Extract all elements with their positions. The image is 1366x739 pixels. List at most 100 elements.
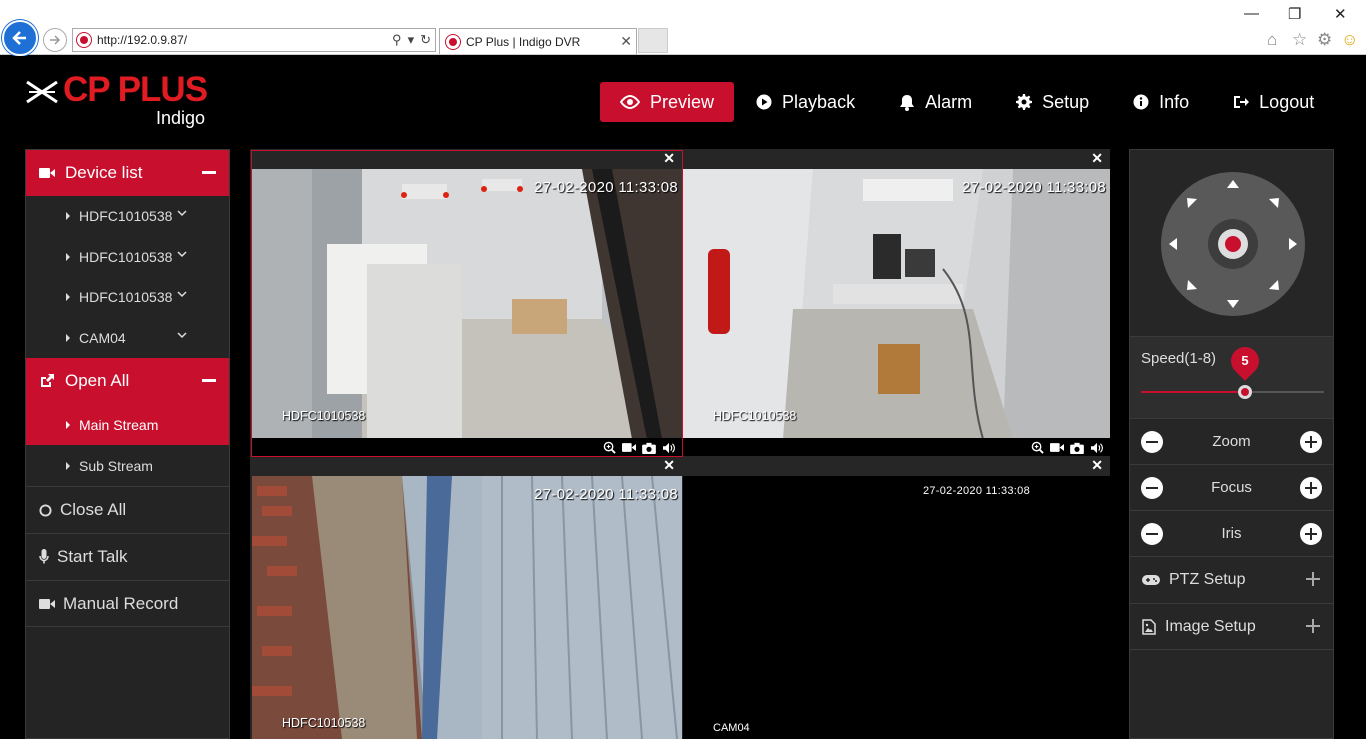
video-camera-icon — [39, 168, 55, 178]
zoom-in-icon[interactable] — [603, 441, 616, 454]
back-button[interactable] — [2, 20, 38, 56]
iris-minus-button[interactable] — [1141, 523, 1163, 545]
settings-gear-icon[interactable]: ⚙ — [1317, 30, 1332, 50]
nav-label: Preview — [650, 91, 715, 112]
timestamp: 27-02-2020 11:33:08 — [922, 485, 1030, 497]
record-video-icon[interactable] — [1050, 442, 1064, 453]
close-tab-icon[interactable]: ✕ — [620, 33, 632, 50]
speed-slider-fill — [1141, 391, 1246, 393]
chevron-down-icon[interactable] — [177, 250, 187, 258]
arrow-up-right-icon[interactable] — [1269, 198, 1279, 208]
volume-icon[interactable] — [1090, 442, 1104, 454]
arrow-up-icon[interactable] — [1227, 180, 1239, 188]
tab-title: CP Plus | Indigo DVR — [466, 34, 581, 49]
refresh-icon[interactable]: ↻ — [420, 32, 431, 48]
address-bar[interactable]: http://192.0.9.87/ ⚲ ▾ ↻ — [72, 28, 436, 52]
favorites-star-icon[interactable]: ☆ — [1292, 30, 1307, 50]
iris-label: Iris — [1221, 525, 1242, 542]
circle-icon — [39, 503, 52, 517]
close-icon[interactable]: ✕ — [1091, 150, 1103, 167]
zoom-row: Zoom — [1130, 418, 1333, 464]
left-panel: Device list HDFC1010538 HDFC1010538 HDFC… — [25, 149, 230, 739]
close-icon[interactable]: ✕ — [1091, 457, 1103, 474]
forward-button[interactable] — [43, 28, 67, 52]
nav-alarm[interactable]: Alarm — [877, 82, 994, 122]
iris-row: Iris — [1130, 510, 1333, 556]
ptz-center-button[interactable] — [1218, 229, 1248, 259]
arrow-up-left-icon[interactable] — [1187, 198, 1197, 208]
arrow-down-right-icon[interactable] — [1269, 280, 1279, 290]
sub-stream-item[interactable]: Sub Stream — [26, 445, 229, 486]
snapshot-camera-icon[interactable] — [642, 442, 656, 454]
chevron-down-icon[interactable] — [177, 331, 187, 339]
ptz-direction-dial[interactable] — [1161, 172, 1305, 316]
smiley-icon[interactable]: ☺ — [1341, 30, 1358, 50]
speed-value: 5 — [1241, 353, 1249, 368]
speed-label: Speed(1-8) — [1141, 350, 1217, 367]
ptz-panel: Speed(1-8) 5 Zoom Focus Iris PTZ Setup I… — [1129, 149, 1334, 739]
zoom-in-icon[interactable] — [1031, 441, 1044, 454]
close-icon[interactable]: ✕ — [663, 150, 675, 167]
zoom-in-button[interactable] — [1300, 431, 1322, 453]
focus-row: Focus — [1130, 464, 1333, 510]
zoom-label: Zoom — [1212, 433, 1251, 450]
volume-icon[interactable] — [662, 442, 676, 454]
close-icon[interactable]: ✕ — [663, 457, 675, 474]
arrow-left-icon[interactable] — [1169, 238, 1177, 250]
channel-name: HDFC1010538 — [713, 409, 797, 423]
arrow-right-icon[interactable] — [1289, 238, 1297, 250]
nav-info[interactable]: Info — [1111, 82, 1211, 122]
video-cell-1[interactable]: ✕ 27-02-2020 11:33:08 HDFC1010538 — [251, 150, 683, 457]
arrow-down-icon[interactable] — [1227, 300, 1239, 308]
device-item[interactable]: HDFC1010538 — [26, 196, 229, 237]
expand-plus-icon[interactable] — [1306, 619, 1320, 633]
record-video-icon[interactable] — [622, 442, 636, 453]
collapse-icon[interactable] — [202, 171, 216, 174]
iris-plus-button[interactable] — [1300, 523, 1322, 545]
nav-logout[interactable]: Logout — [1211, 82, 1336, 122]
video-cell-2[interactable]: ✕ 27-02-2020 11:33:08 HDFC1010538 — [683, 150, 1110, 456]
focus-minus-button[interactable] — [1141, 477, 1163, 499]
image-setup-row[interactable]: Image Setup — [1130, 603, 1333, 650]
device-name: CAM04 — [79, 329, 126, 346]
video-cell-4[interactable]: ✕ 27-02-2020 11:33:08 CAM04 — [683, 457, 1110, 739]
video-feed: 27-02-2020 11:33:08 CAM04 — [683, 476, 1110, 739]
arrow-down-left-icon[interactable] — [1187, 280, 1197, 290]
nav-label: Playback — [782, 91, 856, 112]
device-item[interactable]: HDFC1010538 — [26, 277, 229, 318]
video-feed: 27-02-2020 11:33:08 HDFC1010538 — [252, 169, 682, 439]
main-stream-item[interactable]: Main Stream — [26, 404, 229, 445]
home-icon[interactable]: ⌂ — [1267, 30, 1277, 50]
nav-setup[interactable]: Setup — [994, 82, 1111, 122]
microphone-icon — [39, 549, 49, 564]
chevron-down-icon[interactable] — [177, 290, 187, 298]
close-all-button[interactable]: Close All — [26, 486, 229, 533]
nav-preview[interactable]: Preview — [600, 82, 735, 122]
timestamp: 27-02-2020 11:33:08 — [534, 486, 678, 503]
search-icon[interactable]: ⚲ — [392, 32, 402, 48]
start-talk-button[interactable]: Start Talk — [26, 533, 229, 580]
speed-slider[interactable]: 5 — [1141, 341, 1324, 399]
ptz-setup-row[interactable]: PTZ Setup — [1130, 556, 1333, 603]
focus-plus-button[interactable] — [1300, 477, 1322, 499]
close-window-icon[interactable]: ✕ — [1334, 5, 1347, 23]
nav-playback[interactable]: Playback — [734, 82, 877, 122]
manual-record-button[interactable]: Manual Record — [26, 580, 229, 627]
device-item[interactable]: CAM04 — [26, 318, 229, 359]
snapshot-camera-icon[interactable] — [1070, 442, 1084, 454]
open-all-header[interactable]: Open All — [26, 358, 229, 404]
new-tab-button[interactable] — [638, 28, 668, 53]
restore-icon[interactable]: ❐ — [1288, 5, 1301, 23]
minimize-icon[interactable]: — — [1244, 5, 1259, 22]
zoom-out-button[interactable] — [1141, 431, 1163, 453]
image-setup-label: Image Setup — [1165, 617, 1256, 635]
expand-plus-icon[interactable] — [1306, 572, 1320, 586]
dropdown-icon[interactable]: ▾ — [408, 32, 415, 48]
chevron-down-icon[interactable] — [177, 209, 187, 217]
video-cell-3[interactable]: ✕ 27-02-2020 11:33:08 HDFC1010538 — [252, 457, 682, 739]
browser-tab[interactable]: CP Plus | Indigo DVR ✕ — [439, 28, 637, 54]
speed-slider-handle[interactable] — [1238, 385, 1253, 399]
device-item[interactable]: HDFC1010538 — [26, 237, 229, 278]
collapse-icon[interactable] — [202, 379, 216, 382]
device-list-header[interactable]: Device list — [26, 150, 229, 196]
